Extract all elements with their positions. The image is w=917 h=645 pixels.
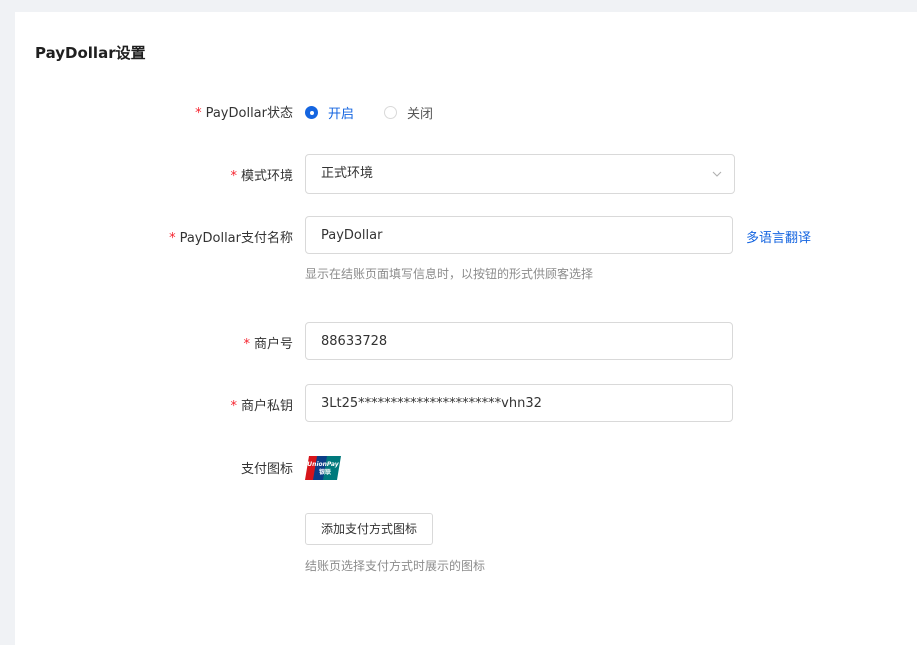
pay-name-hint: 显示在结账页面填写信息时，以按钮的形式供顾客选择 xyxy=(305,267,594,281)
svg-text:UnionPay: UnionPay xyxy=(307,461,339,468)
merchant-key-input[interactable] xyxy=(305,384,733,422)
pay-name-label-text: PayDollar支付名称 xyxy=(179,231,293,246)
merchant-id-input[interactable] xyxy=(305,322,733,360)
status-radio-on-label[interactable]: 开启 xyxy=(328,103,354,122)
status-radio-group: 开启 关闭 xyxy=(305,103,463,122)
page-title: PayDollar设置 xyxy=(35,44,146,62)
status-radio-off[interactable]: 关闭 xyxy=(384,103,433,122)
mode-row: * 模式环境 正式环境 xyxy=(15,154,917,194)
merchant-key-label-text: 商户私钥 xyxy=(240,399,293,414)
add-pay-icon-button[interactable]: 添加支付方式图标 xyxy=(305,513,434,545)
unionpay-icon: UnionPay 银联 xyxy=(305,455,341,481)
mode-select[interactable]: 正式环境 xyxy=(305,154,735,194)
translate-link[interactable]: 多语言翻译 xyxy=(746,227,811,246)
mode-label: * 模式环境 xyxy=(230,165,293,184)
status-radio-off-label[interactable]: 关闭 xyxy=(407,103,433,122)
pay-name-input[interactable] xyxy=(305,216,733,254)
pay-icon-label: 支付图标 xyxy=(240,462,293,477)
status-radio-on[interactable]: 开启 xyxy=(305,103,354,122)
required-mark: * xyxy=(195,106,202,121)
mode-label-text: 模式环境 xyxy=(240,169,293,184)
merchant-id-label: * 商户号 xyxy=(243,333,293,352)
required-mark: * xyxy=(169,231,176,246)
chevron-down-icon xyxy=(712,171,722,177)
mode-select-value: 正式环境 xyxy=(321,166,374,181)
radio-checked-icon[interactable] xyxy=(305,106,318,119)
status-label: * PayDollar状态 xyxy=(195,102,293,121)
svg-text:银联: 银联 xyxy=(319,468,331,476)
required-mark: * xyxy=(230,169,237,184)
status-label-text: PayDollar状态 xyxy=(205,106,293,121)
settings-panel: PayDollar设置 * PayDollar状态 开启 关闭 * 模式环境 正式环… xyxy=(15,12,917,645)
merchant-id-label-text: 商户号 xyxy=(253,337,293,352)
required-mark: * xyxy=(243,337,250,352)
required-mark: * xyxy=(230,399,237,414)
merchant-key-label: * 商户私钥 xyxy=(230,395,293,414)
pay-icon-row: 支付图标 UnionPay 银联 添加支付方式图标 结账页选择支付方式时展示的图… xyxy=(15,455,917,573)
radio-unchecked-icon[interactable] xyxy=(384,106,398,119)
pay-name-label: * PayDollar支付名称 xyxy=(169,227,293,246)
pay-icon-hint: 结账页选择支付方式时展示的图标 xyxy=(305,559,486,573)
